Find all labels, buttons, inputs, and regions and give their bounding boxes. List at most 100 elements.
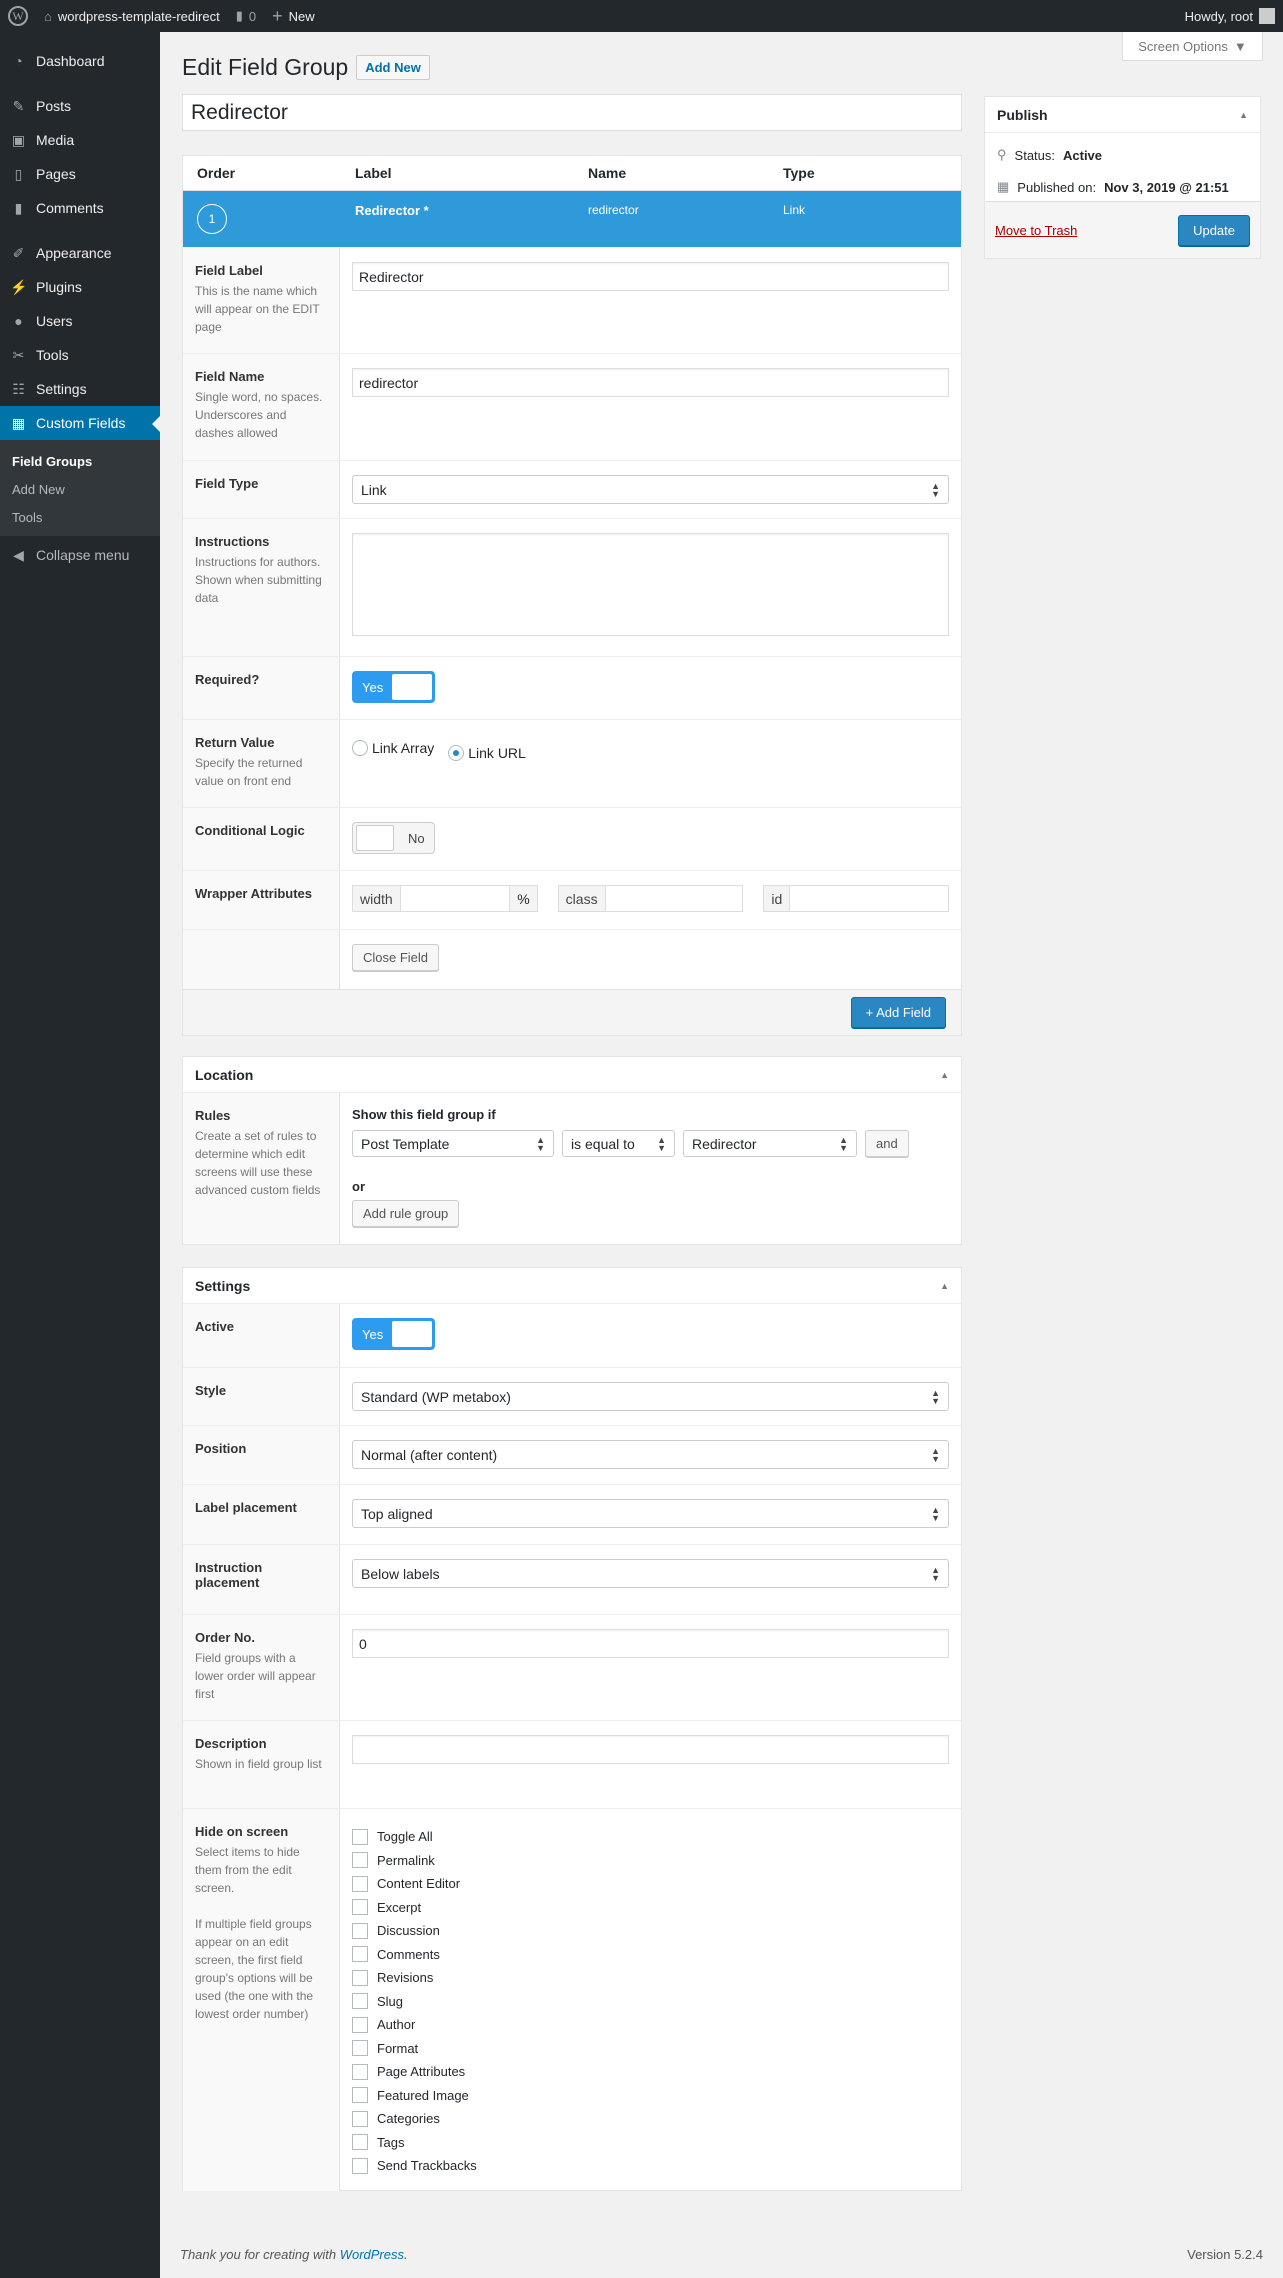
checkbox[interactable]: [352, 2157, 368, 2174]
sidebar-item-custom-fields[interactable]: ▦ Custom Fields: [0, 406, 160, 440]
description-input[interactable]: [352, 1735, 949, 1764]
add-new-button[interactable]: Add New: [356, 55, 430, 80]
sidebar-item-tools[interactable]: ✂ Tools: [0, 338, 160, 372]
collapse-arrow-icon[interactable]: ▲: [940, 1281, 949, 1291]
checkbox[interactable]: [352, 1922, 368, 1939]
submenu-field-groups[interactable]: Field Groups: [0, 448, 160, 476]
footer: Thank you for creating with WordPress. V…: [180, 2247, 1263, 2262]
wrapper-id-input[interactable]: id: [763, 885, 950, 912]
hide-checkbox-featured-image[interactable]: Featured Image: [352, 2084, 949, 2108]
required-toggle[interactable]: Yes: [352, 671, 435, 703]
checkbox[interactable]: [352, 1969, 368, 1986]
custom-fields-submenu: Field Groups Add New Tools: [0, 440, 160, 536]
update-button[interactable]: Update: [1178, 214, 1250, 246]
hide-checkbox-tags[interactable]: Tags: [352, 2131, 949, 2155]
sidebar-item-settings[interactable]: ☷ Settings: [0, 372, 160, 406]
hide-checkbox-revisions[interactable]: Revisions: [352, 1966, 949, 1990]
field-label-input[interactable]: Redirector: [352, 262, 949, 291]
field-type-select[interactable]: Link ▲ ▼: [352, 475, 949, 504]
move-to-trash-link[interactable]: Move to Trash: [995, 223, 1077, 238]
instruction-placement-select[interactable]: Below labels ▲ ▼: [352, 1559, 949, 1588]
collapse-arrow-icon[interactable]: ▲: [1239, 110, 1248, 120]
location-metabox: Location ▲ Rules Create a set of rules to …: [182, 1056, 962, 1245]
checkbox[interactable]: [352, 2110, 368, 2127]
close-field-button[interactable]: Close Field: [352, 944, 440, 971]
sidebar-item-users[interactable]: ● Users: [0, 304, 160, 338]
sidebar-item-dashboard[interactable]: ◔ Dashboard: [0, 44, 160, 78]
field-row-label[interactable]: Redirector *: [355, 203, 429, 218]
new-content-link[interactable]: + New: [264, 0, 323, 32]
sidebar-item-comments[interactable]: ▮ Comments: [0, 191, 160, 225]
checkbox[interactable]: [352, 2016, 368, 2033]
checkbox[interactable]: [352, 1993, 368, 2010]
checkbox[interactable]: [352, 2063, 368, 2080]
sidebar-item-plugins[interactable]: ⚡ Plugins: [0, 270, 160, 304]
submenu-tools[interactable]: Tools: [0, 504, 160, 532]
checkbox[interactable]: [352, 2134, 368, 2151]
add-field-button[interactable]: + Add Field: [850, 997, 946, 1028]
site-name-link[interactable]: ⌂ wordpress-template-redirect: [36, 0, 228, 32]
radio-link-array[interactable]: Link Array: [352, 740, 434, 756]
field-order-badge[interactable]: 1: [197, 204, 227, 234]
collapse-menu-button[interactable]: ◀ Collapse menu: [0, 538, 160, 572]
table-icon: ▦: [11, 414, 26, 431]
select-arrows-icon: ▲ ▼: [931, 480, 940, 499]
hide-checkbox-comments[interactable]: Comments: [352, 1943, 949, 1967]
instructions-textarea[interactable]: [352, 533, 949, 636]
pages-icon: ▯: [14, 165, 23, 182]
checkbox[interactable]: [352, 2087, 368, 2104]
checkbox[interactable]: [352, 1899, 368, 1916]
submenu-add-new[interactable]: Add New: [0, 476, 160, 504]
checkbox[interactable]: [352, 1946, 368, 1963]
hide-checkbox-content-editor[interactable]: Content Editor: [352, 1872, 949, 1896]
version-text: Version 5.2.4: [1187, 2247, 1263, 2262]
position-select[interactable]: Normal (after content) ▲ ▼: [352, 1440, 949, 1469]
my-account-link[interactable]: Howdy, root: [1177, 0, 1283, 32]
field-row-type: Link: [783, 203, 806, 217]
order-number-input[interactable]: 0: [352, 1629, 949, 1658]
checkbox[interactable]: [352, 2040, 368, 2057]
brush-icon: ✐: [12, 244, 25, 261]
wordpress-link[interactable]: WordPress: [340, 2247, 404, 2262]
sidebar-item-media[interactable]: ▣ Media: [0, 123, 160, 157]
dashboard-icon: ◔: [14, 53, 23, 69]
hide-checkbox-excerpt[interactable]: Excerpt: [352, 1896, 949, 1920]
style-select[interactable]: Standard (WP metabox) ▲ ▼: [352, 1382, 949, 1411]
field-row-redirector[interactable]: 1 Redirector * redirector Link: [183, 191, 961, 247]
comments-link[interactable]: ▮ 0: [228, 0, 264, 32]
hide-checkbox-format[interactable]: Format: [352, 2037, 949, 2061]
group-title-input[interactable]: Redirector: [182, 94, 962, 131]
collapse-arrow-icon[interactable]: ▲: [940, 1070, 949, 1080]
label-placement-select[interactable]: Top aligned ▲ ▼: [352, 1499, 949, 1528]
radio-link-url[interactable]: Link URL: [448, 745, 526, 761]
rule-operator-select[interactable]: is equal to ▲ ▼: [562, 1130, 675, 1157]
admin-bar: W ⌂ wordpress-template-redirect ▮ 0 + New H…: [0, 0, 1283, 32]
and-button[interactable]: and: [865, 1130, 909, 1157]
calendar-icon: ▦: [997, 179, 1010, 194]
hide-checkbox-permalink[interactable]: Permalink: [352, 1849, 949, 1873]
rule-value-select[interactable]: Redirector ▲ ▼: [683, 1130, 857, 1157]
hide-checkbox-categories[interactable]: Categories: [352, 2107, 949, 2131]
hide-checkbox-page-attributes[interactable]: Page Attributes: [352, 2060, 949, 2084]
checkbox[interactable]: [352, 1852, 368, 1869]
wrapper-width-input[interactable]: width%: [352, 885, 538, 912]
sidebar-item-pages[interactable]: ▯ Pages: [0, 157, 160, 191]
checkbox[interactable]: [352, 1875, 368, 1892]
wrapper-class-input[interactable]: class: [557, 885, 744, 912]
hide-checkbox-slug[interactable]: Slug: [352, 1990, 949, 2014]
sidebar-item-posts[interactable]: ✎ Posts: [0, 89, 160, 123]
checkbox[interactable]: [352, 1828, 368, 1845]
home-icon: ⌂: [44, 8, 52, 24]
sidebar-item-appearance[interactable]: ✐ Appearance: [0, 236, 160, 270]
conditional-logic-toggle[interactable]: No: [352, 822, 435, 854]
hide-checkbox-discussion[interactable]: Discussion: [352, 1919, 949, 1943]
rule-param-select[interactable]: Post Template ▲ ▼: [352, 1130, 554, 1157]
active-toggle[interactable]: Yes: [352, 1318, 435, 1350]
hide-checkbox-toggle-all[interactable]: Toggle All: [352, 1825, 949, 1849]
wordpress-logo-icon[interactable]: W: [0, 0, 36, 32]
hide-checkbox-send-trackbacks[interactable]: Send Trackbacks: [352, 2154, 949, 2178]
hide-checkbox-author[interactable]: Author: [352, 2013, 949, 2037]
field-name-input[interactable]: redirector: [352, 368, 949, 397]
screen-options-button[interactable]: Screen Options ▼: [1122, 32, 1263, 61]
add-rule-group-button[interactable]: Add rule group: [352, 1200, 460, 1227]
